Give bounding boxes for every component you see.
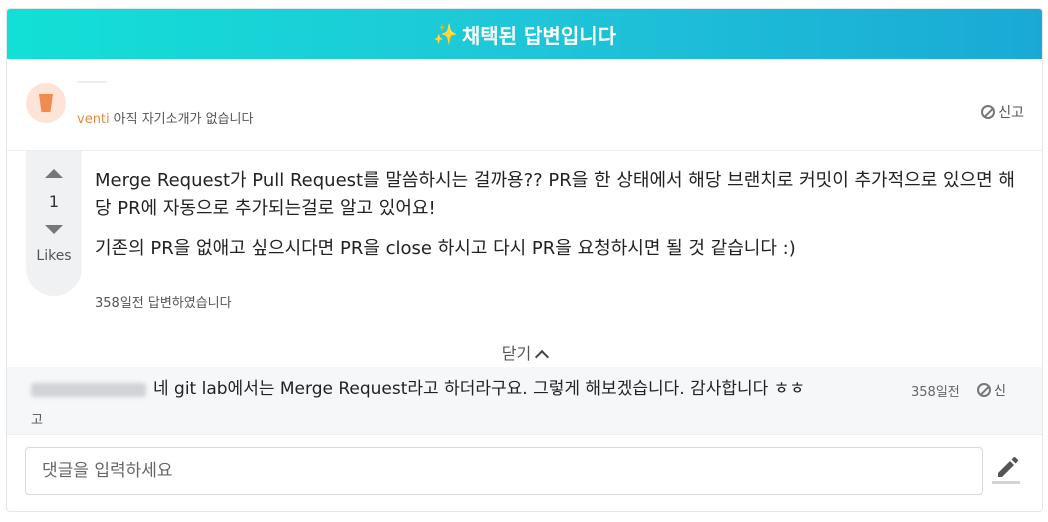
upvote-icon[interactable] [45,169,63,178]
blurred-commenter-name [31,383,146,397]
author-info: venti 아직 자기소개가 없습니다 [77,108,253,127]
avatar[interactable] [26,83,66,123]
banner-title: 채택된 답변입니다 [461,23,617,48]
answer-timestamp: 358일전 답변하였습니다 [95,296,232,311]
report-button[interactable]: 신고 [981,102,1024,122]
likes-label: Likes [36,248,72,264]
close-label: 닫기 [501,344,532,363]
report-label: 신고 [998,105,1024,121]
ban-icon [981,105,996,119]
pencil-icon[interactable] [990,451,1022,485]
comment-report-button[interactable]: 신 [977,380,1006,399]
answer-paragraph: Merge Request가 Pull Request를 말씀하시는 걸까용??… [95,170,1015,219]
chevron-up-icon [535,349,550,365]
close-comments-button[interactable]: 닫기 [7,340,1042,365]
blurred-author-line [77,81,107,83]
accepted-answer-banner: ✨ 채택된 답변입니다 [7,9,1042,59]
cup-icon [39,94,53,112]
comment-report-label: 신 [994,384,1006,399]
comment-timestamp: 358일전 [911,385,960,400]
comment-input-area [7,435,1042,511]
like-count: 1 [48,192,60,211]
comment-text: 네 git lab에서는 Merge Request라고 하더라구요. 그렇게 … [153,379,805,399]
ban-icon [977,382,991,397]
answer-paragraph: 기존의 PR을 없애고 싶으시다면 PR을 close 하시고 다시 PR을 요… [95,238,796,259]
answer-card: ✨ 채택된 답변입니다 venti 아직 자기소개가 없습니다 신고 1 Like… [6,8,1043,512]
author-username[interactable]: venti [77,112,110,127]
answer-section: 1 Likes Merge Request가 Pull Request를 말씀하… [7,151,1042,367]
author-bio: 아직 자기소개가 없습니다 [113,112,254,127]
comment-item: 네 git lab에서는 Merge Request라고 하더라구요. 그렇게 … [7,367,1042,435]
sparkles-icon: ✨ [432,22,458,46]
answer-author-header: venti 아직 자기소개가 없습니다 신고 [7,59,1042,151]
vote-panel: 1 Likes [26,151,82,296]
comment-report-label-wrap[interactable]: 고 [31,409,43,428]
comment-input[interactable] [25,447,983,495]
answer-body: Merge Request가 Pull Request를 말씀하시는 걸까용??… [95,167,1015,263]
downvote-icon[interactable] [45,225,63,234]
